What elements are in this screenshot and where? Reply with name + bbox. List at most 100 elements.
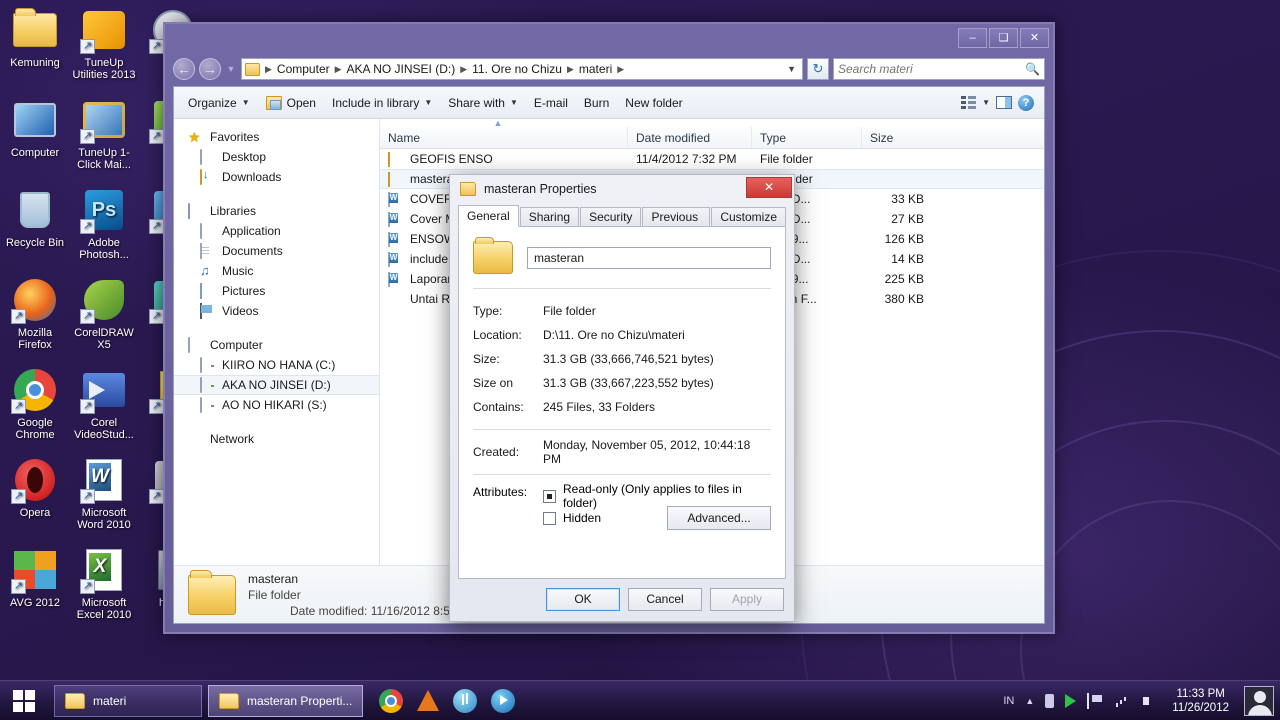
desktop-icon xyxy=(200,148,216,165)
nav-item-network[interactable]: Network xyxy=(174,429,379,449)
volume-icon[interactable] xyxy=(1141,693,1157,709)
dialog-tabs[interactable]: General Sharing Security Previous Versio… xyxy=(458,205,786,243)
desktop-icon-adobe-photosh[interactable]: Ps ↗ Adobe Photosh... xyxy=(69,186,139,261)
maximize-button[interactable]: ❑ xyxy=(989,28,1018,48)
share-with-button[interactable]: Share with ▼ xyxy=(440,92,526,114)
network-signal-icon[interactable] xyxy=(1114,693,1130,709)
nav-item-videos[interactable]: Videos xyxy=(174,301,379,321)
nav-item-music[interactable]: ♫ Music xyxy=(174,261,379,281)
organize-button[interactable]: Organize ▼ xyxy=(180,92,258,114)
dialog-close-button[interactable]: ✕ xyxy=(746,177,792,198)
explorer-titlebar[interactable]: – ❑ ✕ xyxy=(165,24,1053,54)
ok-button[interactable]: OK xyxy=(546,588,620,611)
dialog-titlebar[interactable]: masteran Properties ✕ xyxy=(450,175,794,203)
shortcut-overlay-icon: ↗ xyxy=(149,399,164,414)
flag-action-center-icon[interactable] xyxy=(1087,692,1103,709)
folder-name-input[interactable] xyxy=(527,246,771,269)
breadcrumb-item-drive[interactable]: AKA NO JINSEI (D:) xyxy=(345,62,458,76)
nav-item-downloads[interactable]: Downloads xyxy=(174,167,379,187)
tab-customize[interactable]: Customize xyxy=(711,207,786,227)
back-arrow-icon[interactable]: ← xyxy=(173,58,195,80)
desktop-icon-microsoft-excel-2010[interactable]: X ↗ Microsoft Excel 2010 xyxy=(69,546,139,621)
cancel-button[interactable]: Cancel xyxy=(628,588,702,611)
email-button[interactable]: E-mail xyxy=(526,92,576,114)
tab-general[interactable]: General xyxy=(458,205,519,227)
desktop-icon-tuneup-utilities-2013[interactable]: ↗ TuneUp Utilities 2013 xyxy=(69,6,139,81)
apply-button[interactable]: Apply xyxy=(710,588,784,611)
advanced-button[interactable]: Advanced... xyxy=(667,506,771,530)
readonly-checkbox-row[interactable]: Read-only (Only applies to files in fold… xyxy=(543,482,771,510)
hidden-checkbox-row[interactable]: Hidden Advanced... xyxy=(543,506,771,530)
desktop-icon-microsoft-word-2010[interactable]: W ↗ Microsoft Word 2010 xyxy=(69,456,139,531)
language-indicator[interactable]: IN xyxy=(1003,695,1014,707)
search-box[interactable]: 🔍 xyxy=(833,58,1045,80)
column-header-size[interactable]: Size xyxy=(862,127,934,149)
hidden-checkbox[interactable] xyxy=(543,511,556,525)
new-folder-button[interactable]: New folder xyxy=(617,92,690,114)
user-avatar-icon[interactable] xyxy=(1244,685,1274,716)
readonly-checkbox[interactable] xyxy=(543,489,556,503)
desktop-icon-computer[interactable]: Computer xyxy=(0,96,70,159)
file-row[interactable]: GEOFIS ENSO 11/4/2012 7:32 PM File folde… xyxy=(380,149,1044,169)
desktop-icon-corel-videostud[interactable]: ↗ Corel VideoStud... xyxy=(69,366,139,441)
recent-pages-icon[interactable]: ▼ xyxy=(225,64,237,74)
property-row: Size on 31.3 GB (33,667,223,552 bytes) xyxy=(459,371,785,395)
desktop-icon-tuneup-1-click-mai[interactable]: ↗ TuneUp 1-Click Mai... xyxy=(69,96,139,171)
breadcrumb-item-computer[interactable]: Computer xyxy=(275,62,332,76)
desktop-icon-avg-2012[interactable]: ↗ AVG 2012 xyxy=(0,546,70,609)
nav-item-aka-no-jinsei-d[interactable]: AKA NO JINSEI (D:) xyxy=(174,375,379,395)
breadcrumb-item-folder[interactable]: 11. Ore no Chizu xyxy=(470,62,564,76)
nav-item-kiiro-no-hana-c[interactable]: KIIRO NO HANA (C:) xyxy=(174,355,379,375)
breadcrumb[interactable]: ▶ Computer ▶ AKA NO JINSEI (D:) ▶ 11. Or… xyxy=(241,58,803,80)
search-input[interactable] xyxy=(838,62,1026,76)
refresh-button[interactable]: ↻ xyxy=(807,58,829,80)
breadcrumb-item-current[interactable]: materi xyxy=(577,62,614,76)
column-header-name[interactable]: Name xyxy=(380,126,628,149)
taskbar[interactable]: materi masteran Properti... IN ▲ 11:33 P… xyxy=(0,680,1280,720)
tab-security[interactable]: Security xyxy=(580,207,642,227)
nav-item-favorites[interactable]: ★ Favorites xyxy=(174,127,379,147)
nav-item-computer[interactable]: Computer xyxy=(174,335,379,355)
nav-item-desktop[interactable]: Desktop xyxy=(174,147,379,167)
minimize-button[interactable]: – xyxy=(958,28,987,48)
itunes-icon[interactable] xyxy=(453,688,478,713)
forward-arrow-icon[interactable]: → xyxy=(199,58,221,80)
desktop-icon-kemuning[interactable]: Kemuning xyxy=(0,6,70,69)
nav-item-ao-no-hikari-s[interactable]: AO NO HIKARI (S:) xyxy=(174,395,379,415)
desktop-icon-recycle-bin[interactable]: Recycle Bin xyxy=(0,186,70,249)
desktop-icon-coreldraw-x5[interactable]: ↗ CorelDRAW X5 xyxy=(69,276,139,351)
properties-dialog[interactable]: masteran Properties ✕ General Sharing Se… xyxy=(449,174,795,622)
chrome-icon[interactable] xyxy=(379,688,404,713)
nav-item-pictures[interactable]: Pictures xyxy=(174,281,379,301)
address-dropdown-icon[interactable]: ▼ xyxy=(783,64,800,74)
tab-sharing[interactable]: Sharing xyxy=(519,207,580,227)
preview-pane-icon[interactable] xyxy=(996,96,1012,109)
help-icon[interactable]: ? xyxy=(1018,94,1034,111)
close-button[interactable]: ✕ xyxy=(1020,28,1049,48)
include-in-library-button[interactable]: Include in library ▼ xyxy=(324,92,440,114)
navigation-pane[interactable]: ★ Favorites Desktop Downloads Libraries … xyxy=(174,119,380,565)
burn-button[interactable]: Burn xyxy=(576,92,617,114)
vlc-icon[interactable] xyxy=(417,690,440,711)
column-header-type[interactable]: Type xyxy=(752,126,862,149)
desktop-icon-opera[interactable]: ↗ Opera xyxy=(0,456,70,519)
chevron-down-icon[interactable]: ▼ xyxy=(982,98,990,107)
play-media-icon[interactable] xyxy=(1065,693,1077,708)
media-player-icon[interactable] xyxy=(491,688,516,713)
nav-item-application[interactable]: Application xyxy=(174,221,379,241)
clock[interactable]: 11:33 PM 11/26/2012 xyxy=(1168,687,1233,715)
open-button[interactable]: Open xyxy=(258,92,324,114)
usb-device-icon[interactable] xyxy=(1045,693,1055,708)
column-header-date[interactable]: Date modified xyxy=(628,126,752,149)
tab-previous-versions[interactable]: Previous Versions xyxy=(642,207,711,243)
taskbar-button[interactable]: materi xyxy=(54,684,202,717)
nav-item-documents[interactable]: Documents xyxy=(174,241,379,261)
show-hidden-icons-icon[interactable]: ▲ xyxy=(1025,696,1034,706)
taskbar-button[interactable]: masteran Properti... xyxy=(208,684,364,717)
desktop-icon-mozilla-firefox[interactable]: ↗ Mozilla Firefox xyxy=(0,276,70,351)
desktop-icon-google-chrome[interactable]: ↗ Google Chrome xyxy=(0,366,70,441)
nav-item-libraries[interactable]: Libraries xyxy=(174,201,379,221)
start-button[interactable] xyxy=(0,681,48,720)
change-view-icon[interactable] xyxy=(961,96,977,109)
